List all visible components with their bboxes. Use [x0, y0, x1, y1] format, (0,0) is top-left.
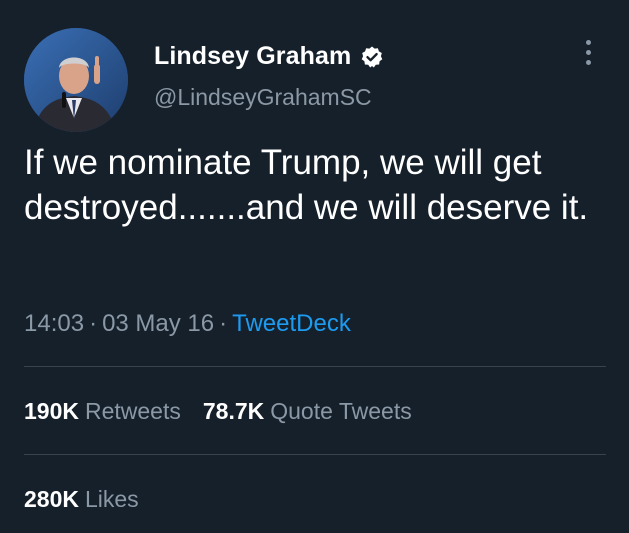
- likes-stats: 280K Likes: [24, 486, 161, 513]
- quote-tweets-label: Quote Tweets: [270, 398, 412, 424]
- tweet-card: Lindsey Graham @LindseyGrahamSC If we no…: [0, 0, 629, 533]
- engagement-stats: 190K Retweets 78.7K Quote Tweets: [24, 398, 434, 425]
- tweet-meta: 14:03 · 03 May 16 · TweetDeck: [24, 310, 351, 338]
- likes-count: 280K: [24, 486, 79, 512]
- avatar-image: [24, 28, 128, 132]
- author-name[interactable]: Lindsey Graham: [154, 42, 351, 71]
- divider: [24, 454, 606, 455]
- more-options-icon[interactable]: [578, 40, 598, 70]
- quote-tweets-count: 78.7K: [202, 398, 265, 424]
- tweet-date[interactable]: 03 May 16: [102, 310, 214, 337]
- avatar[interactable]: [24, 28, 128, 132]
- tweet-text: If we nominate Trump, we will get destro…: [24, 143, 589, 227]
- quote-tweets-stat[interactable]: 78.7K Quote Tweets: [203, 398, 412, 424]
- author-handle[interactable]: @LindseyGrahamSC: [154, 84, 372, 111]
- retweets-label: Retweets: [84, 398, 181, 424]
- tweet-time[interactable]: 14:03: [24, 310, 84, 337]
- meta-separator: ·: [89, 310, 98, 337]
- likes-stat[interactable]: 280K Likes: [24, 486, 139, 512]
- likes-label: Likes: [84, 486, 139, 512]
- tweet-source-link[interactable]: TweetDeck: [232, 310, 351, 337]
- retweets-stat[interactable]: 190K Retweets: [24, 398, 181, 424]
- author-name-row: Lindsey Graham: [154, 42, 384, 71]
- verified-badge-icon: [360, 45, 384, 69]
- retweets-count: 190K: [24, 398, 79, 424]
- divider: [24, 366, 606, 367]
- meta-separator: ·: [219, 310, 228, 337]
